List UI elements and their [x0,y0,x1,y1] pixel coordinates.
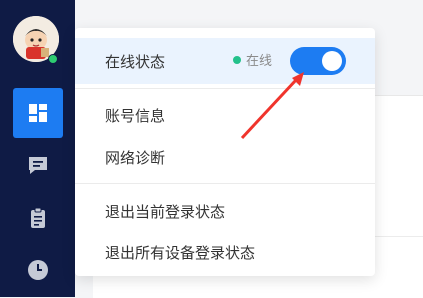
sidebar-item-tasks[interactable] [13,193,63,243]
logout-all-label: 退出所有设备登录状态 [105,243,256,262]
logout-current-label: 退出当前登录状态 [105,202,226,221]
sidebar-item-dashboard[interactable] [13,88,63,138]
menu-divider [75,88,375,89]
sidebar-item-messages[interactable] [13,140,63,190]
menu-item-logout-all[interactable]: 退出所有设备登录状态 [75,231,375,273]
online-status-dot [233,56,241,64]
toggle-knob [322,51,342,71]
online-indicator [48,54,58,64]
clock-icon [28,260,48,280]
clipboard-icon [31,207,45,228]
menu-item-network-diagnosis[interactable]: 网络诊断 [75,136,375,178]
account-info-label: 账号信息 [105,106,166,125]
menu-divider [75,183,375,184]
menu-item-logout-current[interactable]: 退出当前登录状态 [75,190,375,232]
menu-item-account-info[interactable]: 账号信息 [75,94,375,136]
sidebar [0,0,75,297]
user-menu-dropdown: 在线状态 在线 账号信息 网络诊断 退出当前登录状态 退出所有设备登录状态 [75,28,375,276]
chat-icon [29,157,47,174]
online-status-toggle[interactable] [290,47,346,75]
dashboard-icon [29,104,47,122]
online-status-label: 在线状态 [105,52,166,71]
network-diagnosis-label: 网络诊断 [105,148,166,167]
online-status-value: 在线 [246,54,273,69]
sidebar-item-history[interactable] [13,245,63,295]
